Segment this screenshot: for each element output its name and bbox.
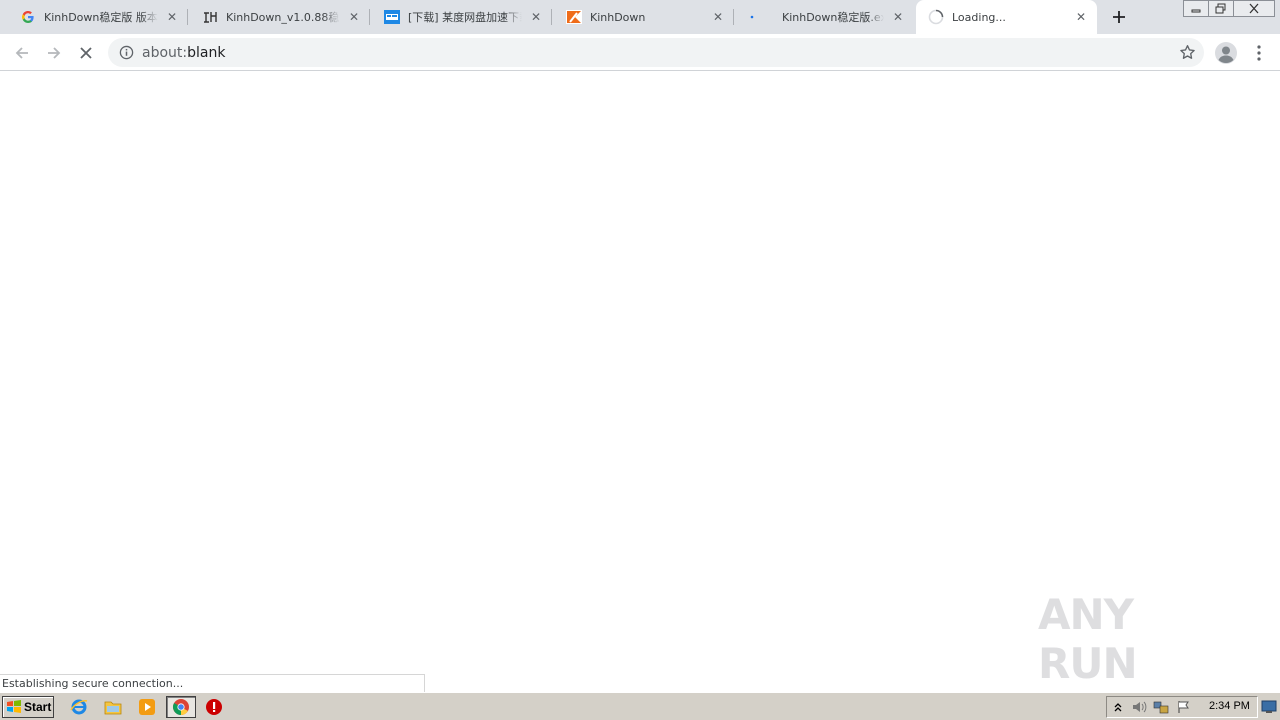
chrome-icon[interactable] <box>166 696 196 718</box>
close-icon[interactable]: ✕ <box>890 9 906 25</box>
spinner-icon <box>928 9 944 25</box>
tab-title: KinhDown稳定版 版本1.0 <box>44 11 158 24</box>
kebab-menu-icon <box>1257 45 1261 61</box>
tab-separator <box>369 9 370 25</box>
tab-separator <box>551 9 552 25</box>
media-player-icon[interactable] <box>138 698 156 716</box>
tab-kinhdown-v1088[interactable]: KinhDown_v1.0.88稳定版 ✕ <box>190 0 370 34</box>
tab-title: KinhDown <box>590 10 646 24</box>
minimize-button[interactable] <box>1183 0 1209 17</box>
bookmark-star-icon[interactable] <box>1179 44 1196 61</box>
url-scheme: about: <box>142 44 188 61</box>
tab-title: KinhDown稳定版.exe - 蓝 <box>782 11 884 24</box>
show-desktop-button[interactable] <box>1260 697 1278 717</box>
tab-separator <box>733 9 734 25</box>
anyrun-watermark: ANY RUN <box>1038 590 1238 688</box>
tab-title: [下载] 某度网盘加速下载 <box>408 11 522 24</box>
forward-button[interactable] <box>40 39 68 67</box>
plus-icon <box>1113 11 1125 23</box>
stop-x-icon <box>80 47 92 59</box>
status-bubble: Establishing secure connection... <box>0 674 425 692</box>
start-button[interactable]: Start <box>2 696 54 718</box>
windows-taskbar: Start 2:34 PM <box>0 692 1280 720</box>
orange-flag-icon <box>566 9 582 25</box>
close-icon[interactable]: ✕ <box>346 9 362 25</box>
folder-icon[interactable] <box>104 698 122 716</box>
address-text[interactable]: about:blank <box>142 45 225 61</box>
close-icon[interactable]: ✕ <box>1073 9 1089 25</box>
site-logo-icon <box>202 9 218 25</box>
browser-toolbar: about:blank <box>0 34 1280 71</box>
close-window-button[interactable] <box>1233 0 1275 17</box>
close-icon[interactable]: ✕ <box>710 9 726 25</box>
back-arrow-icon <box>15 47 28 59</box>
restore-button[interactable] <box>1208 0 1234 17</box>
address-bar[interactable]: about:blank <box>108 38 1204 67</box>
url-path: blank <box>187 44 226 61</box>
watermark-text: ANY RUN <box>1038 590 1138 688</box>
back-button[interactable] <box>8 39 36 67</box>
flag-icon[interactable] <box>1173 697 1195 717</box>
close-icon[interactable]: ✕ <box>164 9 180 25</box>
monitor-icon <box>1261 700 1277 713</box>
tab-loading[interactable]: Loading... ✕ <box>916 0 1097 34</box>
tab-title: KinhDown_v1.0.88稳定版 <box>226 11 340 24</box>
forward-arrow-icon <box>48 47 61 59</box>
stop-loading-button[interactable] <box>72 39 100 67</box>
restore-icon <box>1215 3 1226 14</box>
system-clock[interactable]: 2:34 PM <box>1209 700 1250 712</box>
volume-icon[interactable] <box>1129 697 1151 717</box>
tab-kinhdown[interactable]: KinhDown ✕ <box>554 0 734 34</box>
tab-kinhdown-exe[interactable]: KinhDown稳定版.exe - 蓝 ✕ <box>736 0 914 34</box>
chevron-up-icon[interactable] <box>1107 697 1129 717</box>
tab-strip: KinhDown稳定版 版本1.0 ✕ KinhDown_v1.0.88稳定版 … <box>0 0 1280 34</box>
close-window-icon <box>1249 3 1259 14</box>
google-g-icon <box>20 9 36 25</box>
close-icon[interactable]: ✕ <box>528 9 544 25</box>
tab-title: Loading... <box>952 10 1006 24</box>
dot-icon <box>748 9 764 25</box>
info-icon[interactable] <box>118 45 134 61</box>
windows-logo-icon <box>7 700 21 713</box>
profile-avatar-icon[interactable] <box>1214 41 1238 65</box>
new-tab-button[interactable] <box>1107 5 1131 29</box>
internet-explorer-icon[interactable] <box>70 698 88 716</box>
minimize-icon <box>1191 9 1201 12</box>
network-icon[interactable] <box>1151 697 1173 717</box>
tab-separator <box>187 9 188 25</box>
start-label: Start <box>24 700 52 714</box>
tab-kinhdown-google[interactable]: KinhDown稳定版 版本1.0 ✕ <box>8 0 188 34</box>
chrome-menu-button[interactable] <box>1250 43 1268 63</box>
tab-download-accelerate[interactable]: [下载] 某度网盘加速下载 ✕ <box>372 0 552 34</box>
blue-window-icon <box>384 9 400 25</box>
stop-icon[interactable] <box>205 698 223 716</box>
